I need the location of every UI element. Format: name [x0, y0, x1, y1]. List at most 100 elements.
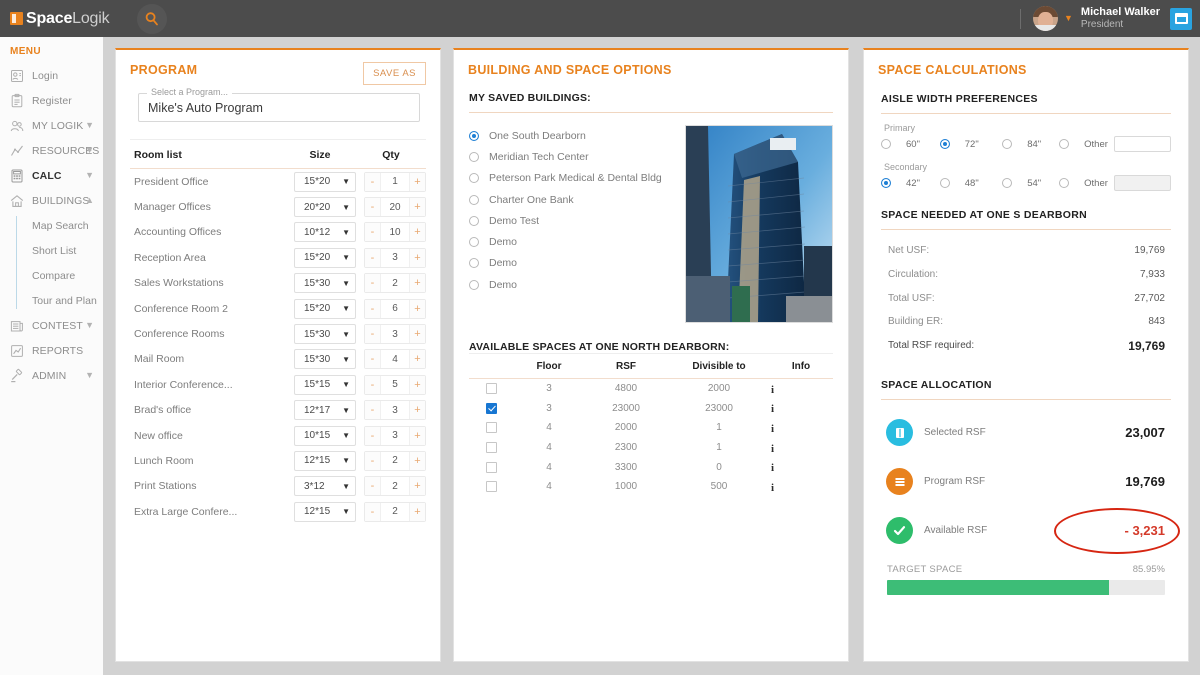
room-qty-stepper[interactable]: -1 +: [364, 171, 426, 192]
chevron-down-icon[interactable]: ▼: [85, 371, 94, 380]
qty-decrement-button[interactable]: -: [365, 401, 381, 420]
saved-building-option[interactable]: Demo: [469, 274, 679, 295]
space-select-checkbox[interactable]: [485, 402, 497, 414]
avatar[interactable]: [1033, 6, 1058, 31]
qty-decrement-button[interactable]: -: [365, 198, 381, 217]
room-qty-stepper[interactable]: -2 +: [364, 273, 426, 294]
qty-decrement-button[interactable]: -: [365, 274, 381, 293]
saved-building-option[interactable]: Demo: [469, 231, 679, 252]
radio-secondary-42[interactable]: 42": [881, 178, 940, 189]
room-qty-stepper[interactable]: -3 +: [364, 400, 426, 421]
saved-building-option[interactable]: Demo Test: [469, 210, 679, 231]
qty-decrement-button[interactable]: -: [365, 426, 381, 445]
space-select-checkbox[interactable]: [485, 442, 497, 454]
radio-secondary-48[interactable]: 48": [939, 178, 1002, 189]
room-qty-stepper[interactable]: -6 +: [364, 298, 426, 319]
room-size-select[interactable]: 15*30 ▼: [294, 273, 356, 294]
sidebar-item-tour-and-plan[interactable]: Tour and Plan: [32, 288, 103, 313]
search-button[interactable]: [137, 3, 167, 34]
saved-building-option[interactable]: One South Dearborn: [469, 125, 679, 146]
qty-increment-button[interactable]: +: [409, 426, 425, 445]
qty-increment-button[interactable]: +: [409, 375, 425, 394]
sidebar-item-compare[interactable]: Compare: [32, 263, 103, 288]
chevron-down-icon[interactable]: ▼: [85, 321, 94, 330]
radio-primary-other[interactable]: Other: [1059, 139, 1108, 150]
primary-other-input[interactable]: [1113, 136, 1171, 152]
qty-increment-button[interactable]: +: [409, 502, 425, 521]
info-icon[interactable]: i: [771, 462, 774, 474]
qty-decrement-button[interactable]: -: [365, 451, 381, 470]
qty-increment-button[interactable]: +: [409, 223, 425, 242]
sidebar-item-buildings[interactable]: BUILDINGS ▲: [0, 188, 103, 213]
room-size-select[interactable]: 12*17 ▼: [294, 400, 356, 421]
space-select-checkbox[interactable]: [485, 461, 497, 473]
space-select-checkbox[interactable]: [485, 481, 497, 493]
saved-building-option[interactable]: Charter One Bank: [469, 189, 679, 210]
qty-increment-button[interactable]: +: [409, 198, 425, 217]
qty-increment-button[interactable]: +: [409, 401, 425, 420]
chevron-down-icon[interactable]: ▼: [85, 171, 94, 180]
chevron-down-icon[interactable]: ▼: [1064, 14, 1073, 23]
radio-secondary-other[interactable]: Other: [1059, 178, 1108, 189]
room-qty-stepper[interactable]: -2 +: [364, 476, 426, 497]
room-size-select[interactable]: 15*20 ▼: [294, 298, 356, 319]
qty-decrement-button[interactable]: -: [365, 325, 381, 344]
info-icon[interactable]: i: [771, 403, 774, 415]
space-select-checkbox[interactable]: [485, 383, 497, 395]
secondary-other-input[interactable]: [1113, 175, 1171, 191]
info-icon[interactable]: i: [771, 482, 774, 494]
chevron-down-icon[interactable]: ▼: [85, 121, 94, 130]
sidebar-item-contest[interactable]: CONTEST ▼: [0, 313, 103, 338]
space-select-checkbox[interactable]: [485, 422, 497, 434]
qty-increment-button[interactable]: +: [409, 477, 425, 496]
sidebar-item-admin[interactable]: ADMIN ▼: [0, 363, 103, 388]
qty-decrement-button[interactable]: -: [365, 172, 381, 191]
qty-decrement-button[interactable]: -: [365, 350, 381, 369]
sidebar-item-resources[interactable]: RESOURCES ▼: [0, 138, 103, 163]
sidebar-item-map-search[interactable]: Map Search: [32, 213, 103, 238]
calendar-button[interactable]: [1170, 7, 1192, 30]
room-qty-stepper[interactable]: -20 +: [364, 197, 426, 218]
save-as-button[interactable]: SAVE AS: [363, 62, 426, 85]
qty-increment-button[interactable]: +: [409, 299, 425, 318]
qty-decrement-button[interactable]: -: [365, 248, 381, 267]
sidebar-item-reports[interactable]: REPORTS: [0, 338, 103, 363]
room-qty-stepper[interactable]: -4 +: [364, 349, 426, 370]
room-qty-stepper[interactable]: -3 +: [364, 324, 426, 345]
qty-increment-button[interactable]: +: [409, 172, 425, 191]
info-icon[interactable]: i: [771, 443, 774, 455]
qty-decrement-button[interactable]: -: [365, 477, 381, 496]
chevron-down-icon[interactable]: ▼: [85, 146, 94, 155]
room-size-select[interactable]: 20*20 ▼: [294, 197, 356, 218]
room-qty-stepper[interactable]: -5 +: [364, 374, 426, 395]
room-qty-stepper[interactable]: -2 +: [364, 450, 426, 471]
qty-increment-button[interactable]: +: [409, 350, 425, 369]
sidebar-item-login[interactable]: Login: [0, 63, 103, 88]
room-size-select[interactable]: 10*15 ▼: [294, 425, 356, 446]
room-size-select[interactable]: 3*12 ▼: [294, 476, 356, 497]
chevron-up-icon[interactable]: ▲: [85, 196, 94, 205]
info-icon[interactable]: i: [771, 384, 774, 396]
program-select-input[interactable]: [138, 93, 420, 122]
radio-primary-84[interactable]: 84": [1002, 139, 1059, 150]
qty-increment-button[interactable]: +: [409, 248, 425, 267]
qty-decrement-button[interactable]: -: [365, 223, 381, 242]
room-size-select[interactable]: 12*15 ▼: [294, 450, 356, 471]
radio-primary-72[interactable]: 72": [939, 139, 1002, 150]
saved-building-option[interactable]: Peterson Park Medical & Dental Bldg: [469, 168, 679, 189]
room-size-select[interactable]: 12*15 ▼: [294, 501, 356, 522]
room-qty-stepper[interactable]: -3 +: [364, 247, 426, 268]
info-icon[interactable]: i: [771, 423, 774, 435]
sidebar-item-my-logik[interactable]: MY LOGIK ▼: [0, 113, 103, 138]
qty-increment-button[interactable]: +: [409, 274, 425, 293]
room-qty-stepper[interactable]: -10 +: [364, 222, 426, 243]
saved-building-option[interactable]: Meridian Tech Center: [469, 146, 679, 167]
qty-decrement-button[interactable]: -: [365, 502, 381, 521]
qty-increment-button[interactable]: +: [409, 451, 425, 470]
sidebar-item-calc[interactable]: CALC ▼: [0, 163, 103, 188]
saved-building-option[interactable]: Demo: [469, 253, 679, 274]
sidebar-item-short-list[interactable]: Short List: [32, 238, 103, 263]
qty-increment-button[interactable]: +: [409, 325, 425, 344]
room-size-select[interactable]: 15*20 ▼: [294, 171, 356, 192]
room-qty-stepper[interactable]: -2 +: [364, 501, 426, 522]
